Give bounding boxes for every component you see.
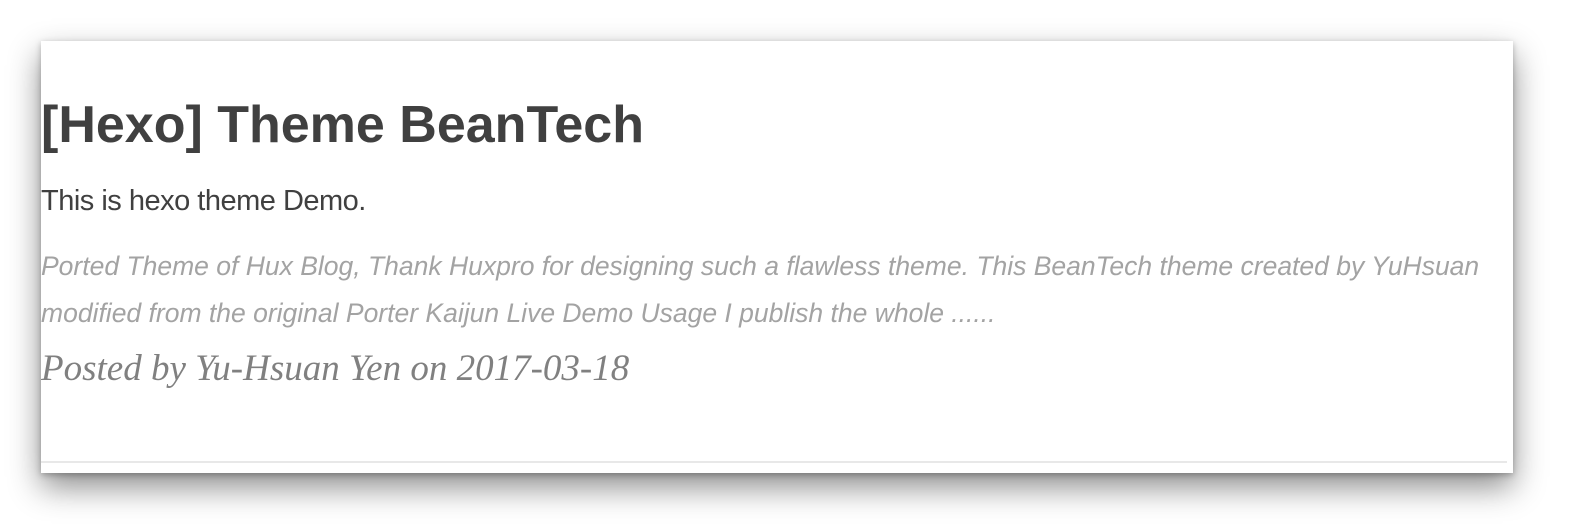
page: [Hexo] Theme BeanTech This is hexo theme… [0,0,1577,532]
post-card: [Hexo] Theme BeanTech This is hexo theme… [41,41,1513,473]
post-meta: Posted by Yu-Hsuan Yen on 2017-03-18 [41,348,630,389]
post-subtitle[interactable]: This is hexo theme Demo. [41,181,366,221]
post-excerpt: Ported Theme of Hux Blog, Thank Huxpro f… [41,251,1480,328]
post-preview-link[interactable]: [Hexo] Theme BeanTech This is hexo theme… [41,41,1513,473]
divider [41,461,1507,463]
post-title[interactable]: [Hexo] Theme BeanTech [41,93,644,157]
